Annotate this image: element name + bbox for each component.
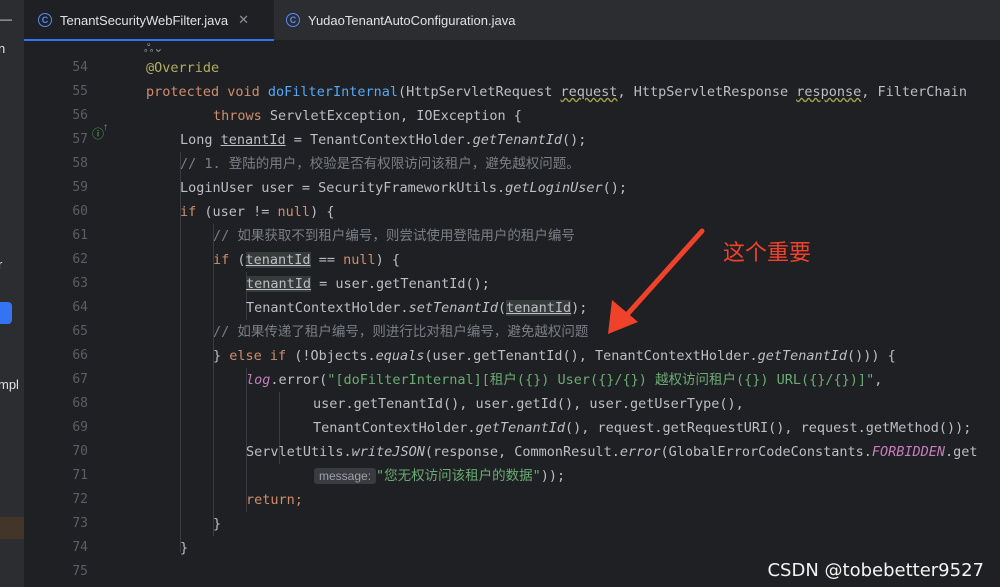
- annotation-arrow: [608, 228, 705, 334]
- watermark: CSDN @tobebetter9527: [767, 560, 984, 581]
- annotation-label: 这个重要: [723, 241, 812, 266]
